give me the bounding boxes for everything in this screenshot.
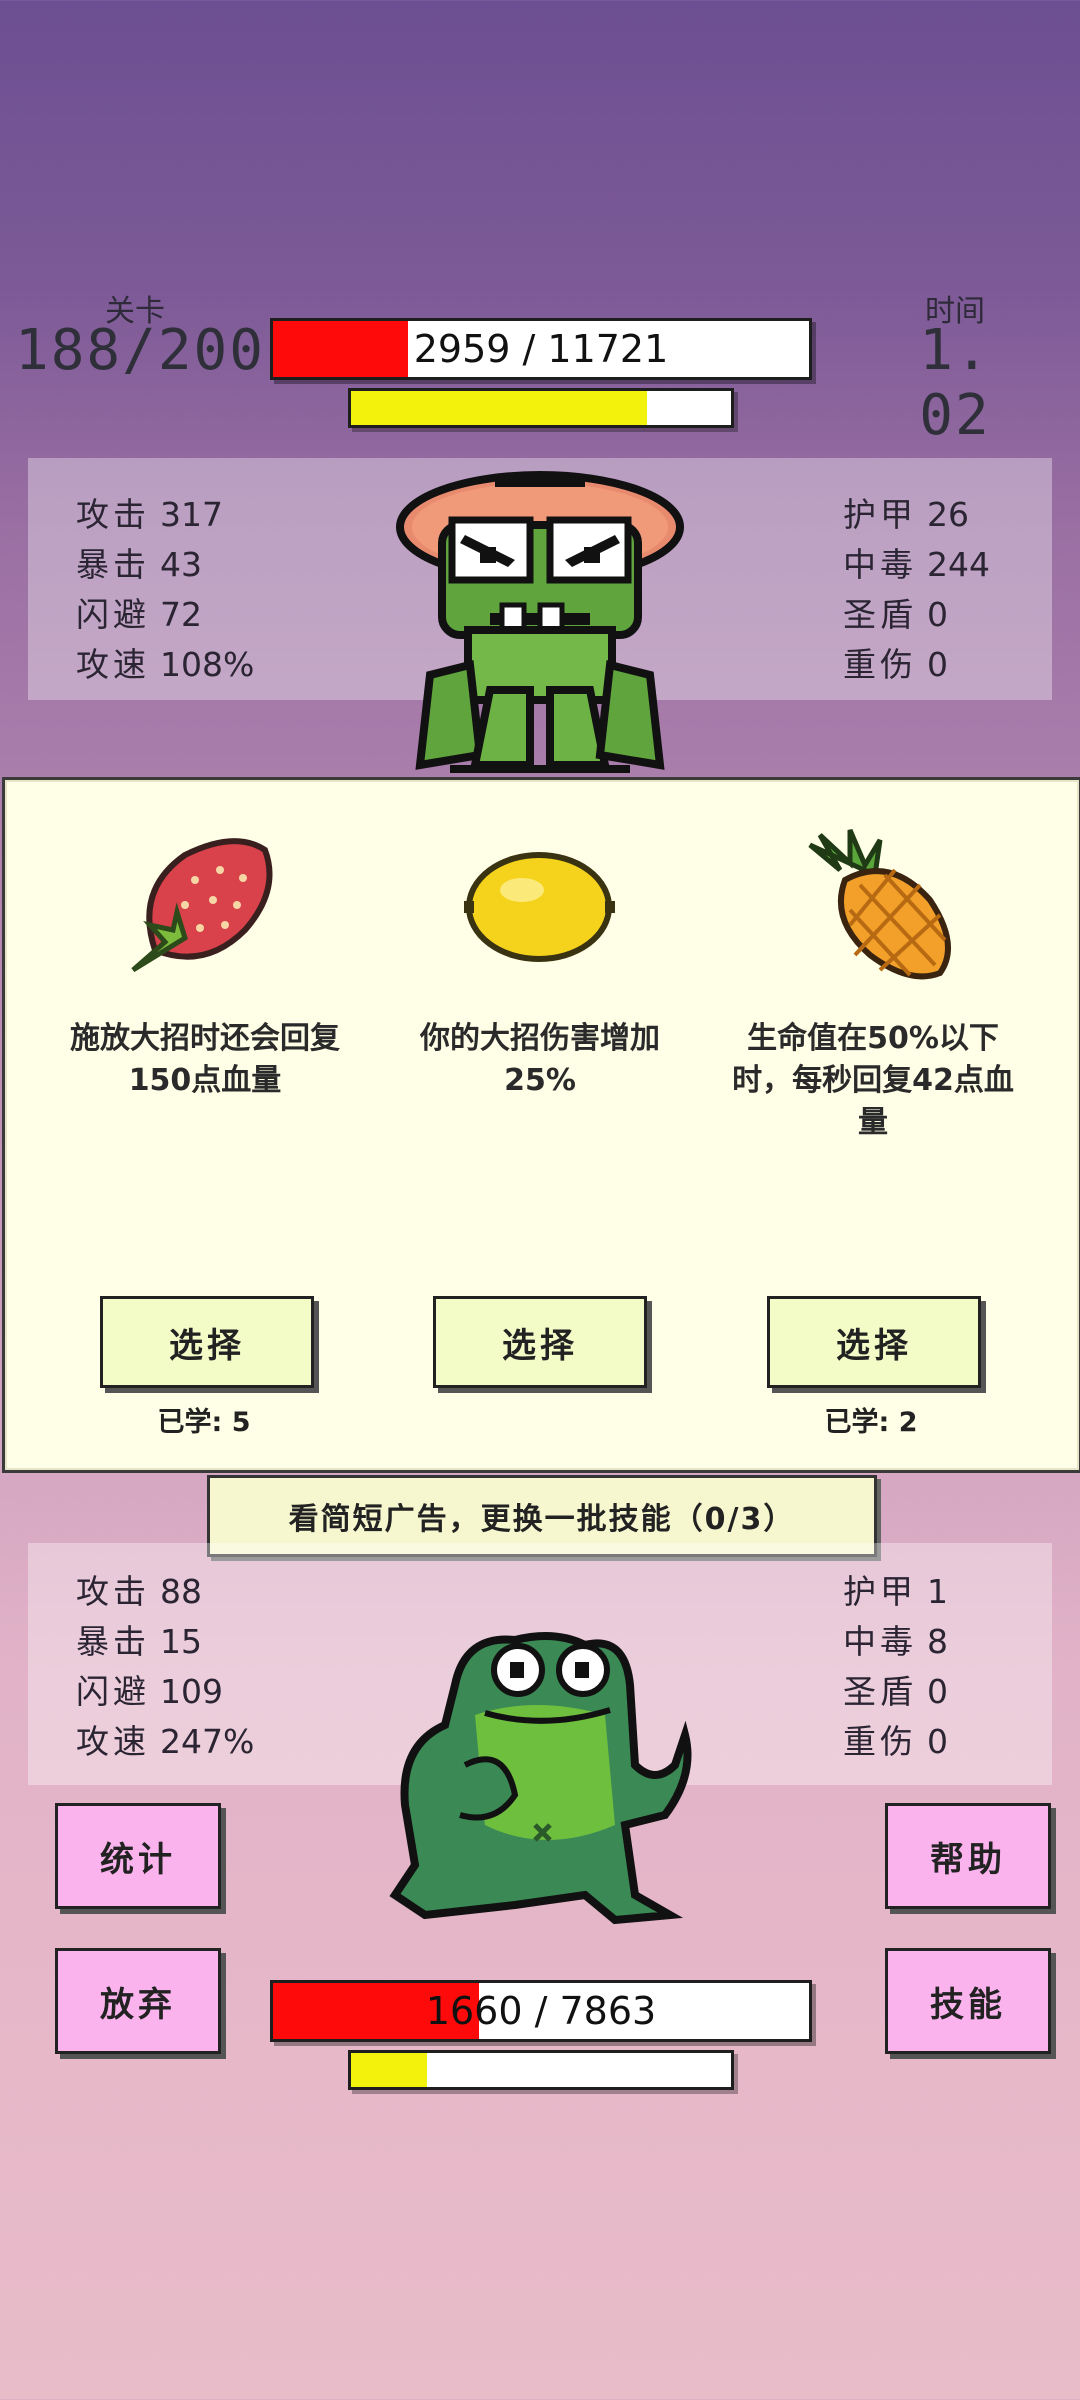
select-button-3[interactable]: 选择 [767,1296,981,1388]
give-up-button[interactable]: 放弃 [55,1948,221,2054]
enemy-stat-dodge: 闪避 72 [76,595,202,634]
enemy-energy-fill [351,391,648,425]
player-stat-armor: 护甲 1 [843,1572,948,1611]
pineapple-icon [808,829,951,980]
enemy-hp-text: 2959 / 11721 [413,327,669,371]
enemy-hp-bar: 2959 / 11721 [270,318,812,380]
player-stat-crit: 暴击 15 [76,1622,202,1661]
player-stat-grievous: 重伤 0 [843,1722,948,1761]
player-hp-text: 1660 / 7863 [425,1989,657,2033]
select-button-2[interactable]: 选择 [433,1296,647,1388]
choice-desc-2: 你的大招伤害增加25% [420,1021,660,1098]
enemy-stat-poison: 中毒 244 [843,545,990,584]
player-stat-attack: 攻击 88 [76,1572,202,1611]
enemy-energy-bar [348,388,734,428]
select-button-1[interactable]: 选择 [100,1296,314,1388]
choice-desc-3: 生命值在50%以下时，每秒回复42点血量 [732,1021,1014,1140]
stats-button[interactable]: 统计 [55,1803,221,1909]
enemy-frog-sprite [396,471,684,773]
time-value: 1. 02 [919,318,991,448]
player-frog-sprite [389,1632,692,1925]
help-button[interactable]: 帮助 [885,1803,1051,1909]
player-hp-bar: 1660 / 7863 [270,1980,812,2042]
skills-button[interactable]: 技能 [885,1948,1051,2054]
enemy-stat-attack: 攻击 317 [76,495,223,534]
player-stat-holy-shield: 圣盾 0 [843,1672,948,1711]
enemy-stat-crit: 暴击 43 [76,545,202,584]
player-energy-bar [348,2050,734,2090]
enemy-stat-grievous: 重伤 0 [843,645,948,684]
learned-count-3: 已学: 2 [824,1407,918,1438]
player-stat-dodge: 闪避 109 [76,1672,223,1711]
enemy-stat-attack-speed: 攻速 108% [76,645,255,684]
player-stat-attack-speed: 攻速 247% [76,1722,255,1761]
learned-count-1: 已学: 5 [157,1407,251,1438]
lemon-icon [464,852,615,962]
player-energy-fill [351,2053,427,2087]
level-value: 188/200 [14,318,265,383]
player-stat-poison: 中毒 8 [843,1622,948,1661]
enemy-stat-armor: 护甲 26 [843,495,969,534]
enemy-stat-holy-shield: 圣盾 0 [843,595,948,634]
choice-desc-1: 施放大招时还会回复150点血量 [70,1021,340,1098]
strawberry-icon [131,838,273,973]
